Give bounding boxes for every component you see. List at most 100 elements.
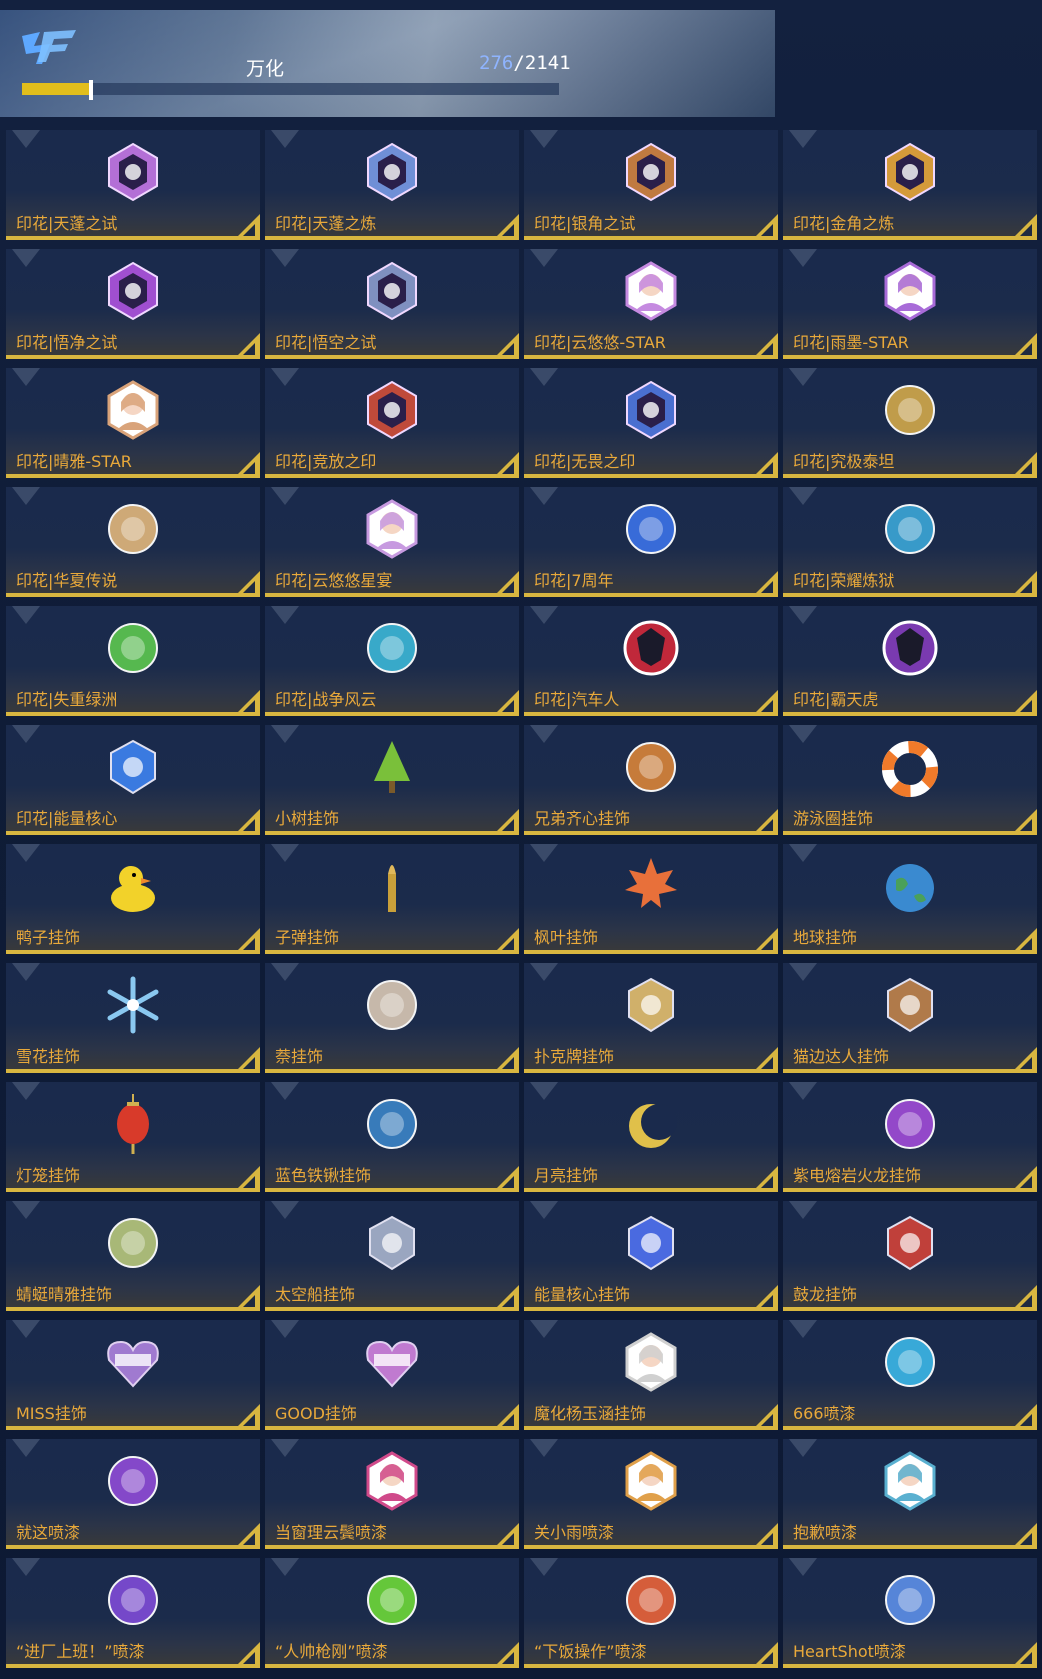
progress-marker bbox=[89, 80, 94, 100]
collection-item-card[interactable]: 当窗理云鬓喷漆 bbox=[265, 1439, 519, 1549]
collection-item-card[interactable]: 鼓龙挂饰 bbox=[783, 1201, 1037, 1311]
collection-item-card[interactable]: 地球挂饰 bbox=[783, 844, 1037, 954]
item-label: 印花|天蓬之试 bbox=[16, 214, 118, 233]
collection-item-card[interactable]: 印花|天蓬之炼 bbox=[265, 130, 519, 240]
collection-item-card[interactable]: 关小雨喷漆 bbox=[524, 1439, 778, 1549]
item-label: 印花|悟空之试 bbox=[275, 333, 377, 352]
collection-item-card[interactable]: 印花|华夏传说 bbox=[6, 487, 260, 597]
great-wall-seal-icon bbox=[108, 504, 158, 554]
collection-item-card[interactable]: “进厂上班！”喷漆 bbox=[6, 1558, 260, 1668]
collection-item-card[interactable]: 蓝色铁锹挂饰 bbox=[265, 1082, 519, 1192]
item-label: 印花|悟净之试 bbox=[16, 333, 118, 352]
item-label: 印花|华夏传说 bbox=[16, 571, 118, 590]
collection-item-card[interactable]: 太空船挂饰 bbox=[265, 1201, 519, 1311]
card-corner-tab-inner bbox=[243, 1652, 255, 1664]
collection-item-card[interactable]: 666喷漆 bbox=[783, 1320, 1037, 1430]
purple-dragon-icon bbox=[885, 1099, 935, 1149]
collection-item-card[interactable]: 印花|荣耀炼狱 bbox=[783, 487, 1037, 597]
card-corner-tab-inner bbox=[502, 819, 514, 831]
collection-item-card[interactable]: 印花|悟净之试 bbox=[6, 249, 260, 359]
card-bottom-line bbox=[265, 236, 519, 240]
collection-page: 万化 276/2141 印花|天蓬之试 印花|天蓬之炼 印花|银角之试 印花|金角之炼… bbox=[0, 0, 1042, 1679]
item-label: “人帅枪刚”喷漆 bbox=[275, 1642, 388, 1661]
card-corner-tab-inner bbox=[243, 1176, 255, 1188]
s6-rank-badge-icon bbox=[885, 142, 935, 202]
collection-item-card[interactable]: MISS挂饰 bbox=[6, 1320, 260, 1430]
collection-item-card[interactable]: 印花|失重绿洲 bbox=[6, 606, 260, 716]
count-total: 2141 bbox=[524, 52, 571, 74]
item-label: 枫叶挂饰 bbox=[534, 928, 599, 947]
collection-item-card[interactable]: 印花|霸天虎 bbox=[783, 606, 1037, 716]
earth-globe-icon bbox=[886, 864, 934, 912]
card-corner-tab-inner bbox=[761, 581, 773, 593]
collection-item-card[interactable]: 印花|雨墨-STAR bbox=[783, 249, 1037, 359]
collection-item-card[interactable]: 灯笼挂饰 bbox=[6, 1082, 260, 1192]
collection-item-card[interactable]: “下饭操作”喷漆 bbox=[524, 1558, 778, 1668]
card-corner-tab-inner bbox=[502, 938, 514, 950]
collection-item-card[interactable]: 印花|无畏之印 bbox=[524, 368, 778, 478]
card-bottom-line bbox=[524, 1426, 778, 1430]
card-corner-tab-inner bbox=[761, 1414, 773, 1426]
card-corner-tab-inner bbox=[502, 224, 514, 236]
tree-icon bbox=[374, 741, 410, 793]
collection-item-card[interactable]: 印花|晴雅-STAR bbox=[6, 368, 260, 478]
collection-item-card[interactable]: 印花|竞放之印 bbox=[265, 368, 519, 478]
collection-item-card[interactable]: 月亮挂饰 bbox=[524, 1082, 778, 1192]
card-corner-tab-inner bbox=[761, 1295, 773, 1307]
collection-item-card[interactable]: 游泳圈挂饰 bbox=[783, 725, 1037, 835]
card-corner-tab-inner bbox=[243, 1533, 255, 1545]
collection-item-card[interactable]: 猫边达人挂饰 bbox=[783, 963, 1037, 1073]
collection-item-card[interactable]: 魔化杨玉涵挂饰 bbox=[524, 1320, 778, 1430]
golden-mech-icon bbox=[885, 385, 935, 435]
collection-item-card[interactable]: 就这喷漆 bbox=[6, 1439, 260, 1549]
collection-item-card[interactable]: 印花|战争风云 bbox=[265, 606, 519, 716]
s5-rank-badge-icon bbox=[367, 142, 417, 202]
item-label: 关小雨喷漆 bbox=[534, 1523, 615, 1542]
maple-leaf-icon bbox=[625, 858, 677, 908]
card-corner-tab-inner bbox=[243, 700, 255, 712]
collection-item-card[interactable]: 印花|金角之炼 bbox=[783, 130, 1037, 240]
card-bottom-line bbox=[6, 1307, 260, 1311]
collection-item-card[interactable]: GOOD挂饰 bbox=[265, 1320, 519, 1430]
collection-header: 万化 276/2141 bbox=[0, 10, 775, 117]
collection-item-card[interactable]: 鸭子挂饰 bbox=[6, 844, 260, 954]
card-bottom-line bbox=[6, 236, 260, 240]
collection-item-card[interactable]: 印花|能量核心 bbox=[6, 725, 260, 835]
collection-item-card[interactable]: 印花|云悠悠星宴 bbox=[265, 487, 519, 597]
collection-item-card[interactable]: 蜻蜓晴雅挂饰 bbox=[6, 1201, 260, 1311]
collection-item-card[interactable]: 印花|究极泰坦 bbox=[783, 368, 1037, 478]
card-corner-tab-inner bbox=[502, 462, 514, 474]
collection-item-card[interactable]: 印花|银角之试 bbox=[524, 130, 778, 240]
collection-item-card[interactable]: 印花|天蓬之试 bbox=[6, 130, 260, 240]
collection-item-card[interactable]: 子弹挂饰 bbox=[265, 844, 519, 954]
collection-item-card[interactable]: 印花|7周年 bbox=[524, 487, 778, 597]
item-label: 游泳圈挂饰 bbox=[793, 809, 874, 828]
card-corner-tab-inner bbox=[761, 343, 773, 355]
collection-item-card[interactable]: 抱歉喷漆 bbox=[783, 1439, 1037, 1549]
collection-item-card[interactable]: 雪花挂饰 bbox=[6, 963, 260, 1073]
collection-item-card[interactable]: 萘挂饰 bbox=[265, 963, 519, 1073]
spray-bowl-icon bbox=[626, 1575, 676, 1625]
item-label: 印花|汽车人 bbox=[534, 690, 620, 709]
collection-item-card[interactable]: “人帅枪刚”喷漆 bbox=[265, 1558, 519, 1668]
card-bottom-line bbox=[265, 1426, 519, 1430]
brothers-charm-icon bbox=[626, 742, 676, 792]
collection-item-card[interactable]: 印花|汽车人 bbox=[524, 606, 778, 716]
collection-item-card[interactable]: HeartShot喷漆 bbox=[783, 1558, 1037, 1668]
lantern-icon bbox=[117, 1094, 149, 1154]
energy-core-icon bbox=[628, 1215, 674, 1271]
item-label: 猫边达人挂饰 bbox=[793, 1047, 890, 1066]
collection-item-card[interactable]: 能量核心挂饰 bbox=[524, 1201, 778, 1311]
item-label: 印花|究极泰坦 bbox=[793, 452, 895, 471]
collection-item-card[interactable]: 扑克牌挂饰 bbox=[524, 963, 778, 1073]
collection-item-card[interactable]: 小树挂饰 bbox=[265, 725, 519, 835]
collection-item-card[interactable]: 枫叶挂饰 bbox=[524, 844, 778, 954]
collection-item-card[interactable]: 印花|云悠悠-STAR bbox=[524, 249, 778, 359]
collection-item-card[interactable]: 紫电熔岩火龙挂饰 bbox=[783, 1082, 1037, 1192]
card-corner-tab-inner bbox=[1020, 1652, 1032, 1664]
item-label: 鼓龙挂饰 bbox=[793, 1285, 858, 1304]
item-label: 月亮挂饰 bbox=[534, 1166, 599, 1185]
card-corner-tab-inner bbox=[761, 462, 773, 474]
collection-item-card[interactable]: 兄弟齐心挂饰 bbox=[524, 725, 778, 835]
collection-item-card[interactable]: 印花|悟空之试 bbox=[265, 249, 519, 359]
